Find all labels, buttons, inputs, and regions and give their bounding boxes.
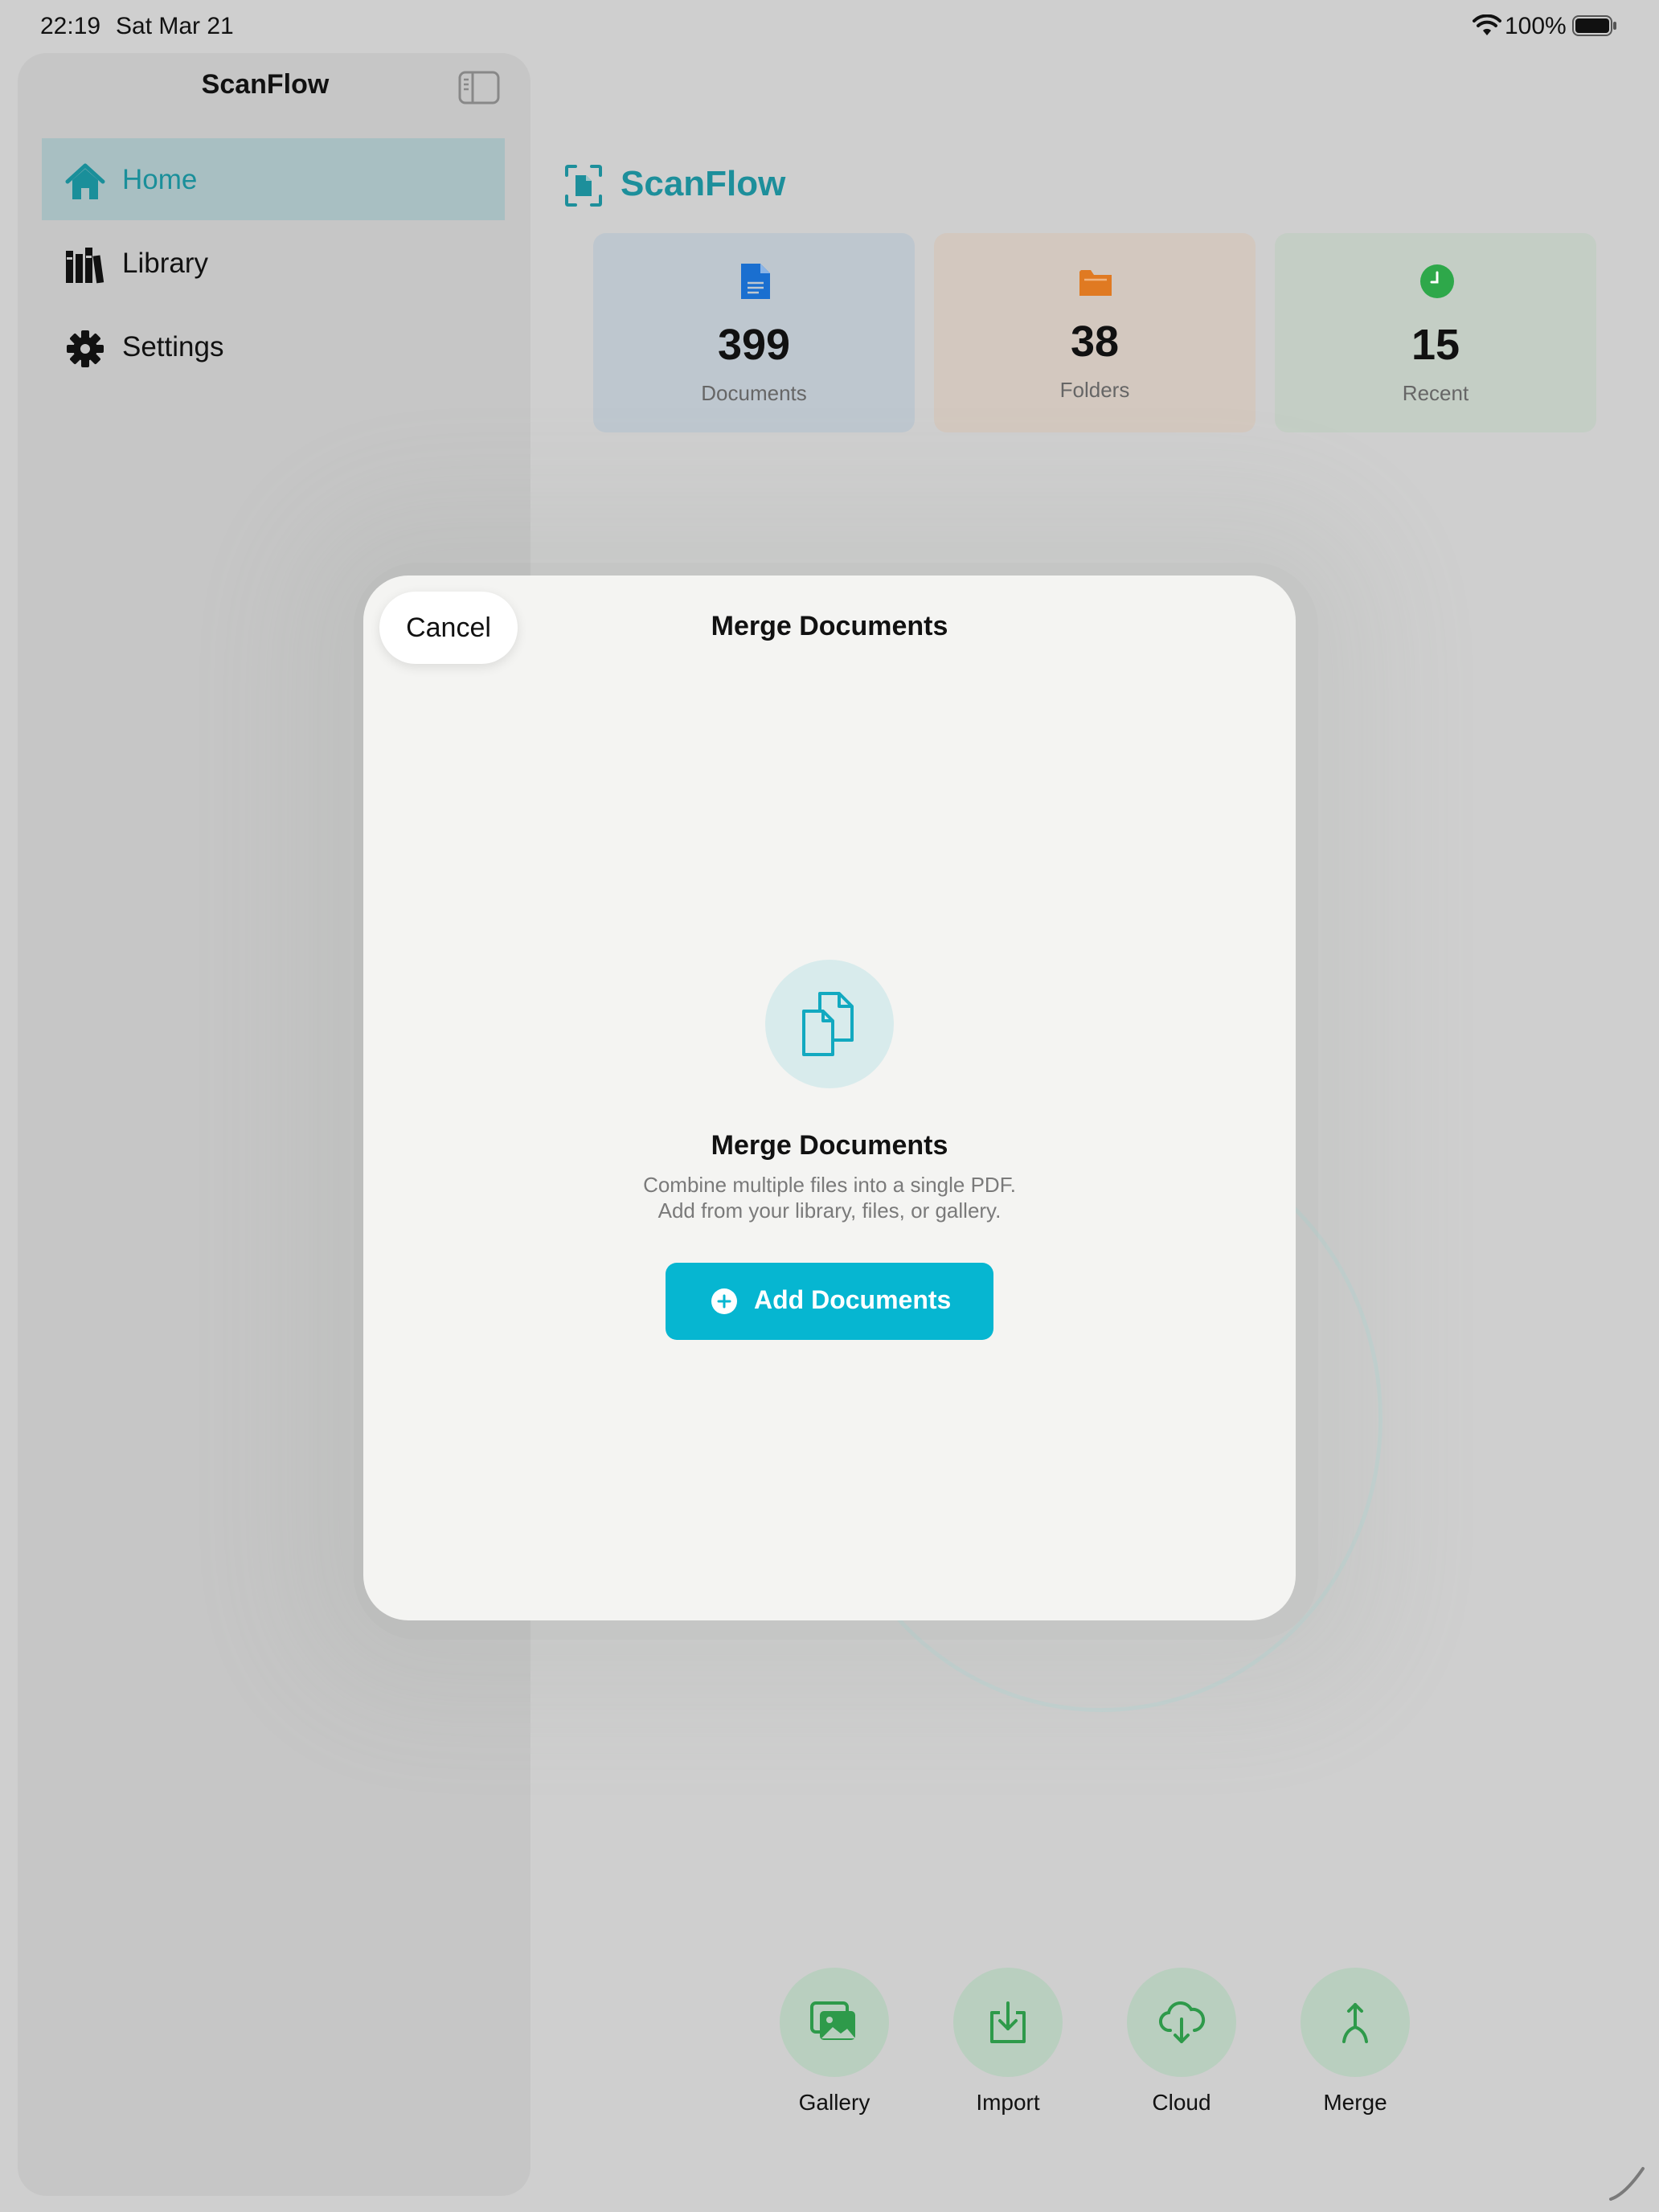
stat-label: Folders [1059, 378, 1130, 402]
empty-state-line: Add from your library, files, or gallery… [657, 1198, 1002, 1223]
page-title: ScanFlow [621, 164, 786, 203]
status-bar: 22:19 Sat Mar 21 100% [0, 0, 1659, 51]
action-label: Import [976, 2090, 1040, 2115]
add-documents-label: Add Documents [754, 1285, 952, 1314]
sidebar-item-label: Home [122, 164, 198, 195]
scan-logo-icon [565, 165, 602, 207]
status-time: 22:19 [40, 13, 101, 39]
action-circle[interactable] [780, 1968, 889, 2077]
books-icon [66, 248, 104, 284]
status-date: Sat Mar 21 [116, 13, 234, 39]
empty-state-description: Combine multiple files into a single PDF… [363, 1172, 1296, 1223]
plus-circle-icon [711, 1288, 737, 1314]
clock-icon [1420, 264, 1454, 298]
stat-value: 15 [1411, 321, 1460, 369]
battery-percent: 100% [1505, 13, 1567, 39]
action-circle[interactable] [1127, 1968, 1236, 2077]
action-label: Merge [1323, 2090, 1387, 2115]
sidebar-toggle-icon[interactable] [458, 71, 500, 104]
pencil-stroke-icon [1609, 2167, 1645, 2201]
import-tray-icon [990, 2001, 1026, 2043]
stat-label: Documents [701, 381, 807, 405]
merge-documents-sheet: Cancel Merge Documents Merge Documents C… [363, 576, 1296, 1620]
stat-value: 38 [1070, 317, 1120, 366]
empty-state-title: Merge Documents [711, 1130, 948, 1161]
stat-card-documents[interactable]: 399 Documents [593, 233, 915, 432]
modal-title: Merge Documents [711, 611, 948, 641]
battery-icon [1572, 15, 1616, 36]
sidebar-item-library[interactable]: Library [42, 222, 505, 304]
sidebar-title: ScanFlow [201, 69, 330, 100]
empty-state-badge [765, 960, 894, 1088]
cloud-download-icon [1158, 2001, 1206, 2043]
empty-state-line: Combine multiple files into a single PDF… [643, 1173, 1016, 1197]
folder-icon [1079, 270, 1112, 296]
document-icon [741, 264, 770, 299]
house-icon [65, 163, 105, 199]
stat-value: 399 [717, 321, 791, 369]
gear-icon [67, 330, 104, 367]
sidebar-item-settings[interactable]: Settings [42, 305, 505, 387]
stat-card-folders[interactable]: 38 Folders [934, 233, 1256, 432]
photos-icon [810, 2001, 855, 2040]
sidebar-item-label: Library [122, 248, 208, 279]
add-documents-button[interactable]: Add Documents [666, 1263, 993, 1340]
action-circle[interactable] [953, 1968, 1063, 2077]
action-circle[interactable] [1301, 1968, 1410, 2077]
stat-label: Recent [1402, 381, 1469, 405]
action-label: Gallery [798, 2090, 870, 2115]
stat-card-recent[interactable]: 15 Recent [1275, 233, 1596, 432]
wifi-icon [1473, 14, 1501, 35]
sidebar-item-home[interactable]: Home [42, 138, 505, 220]
action-label: Cloud [1152, 2090, 1211, 2115]
sidebar-item-label: Settings [122, 331, 224, 363]
documents-stack-icon [802, 992, 854, 1056]
merge-arrow-icon [1342, 2003, 1368, 2043]
